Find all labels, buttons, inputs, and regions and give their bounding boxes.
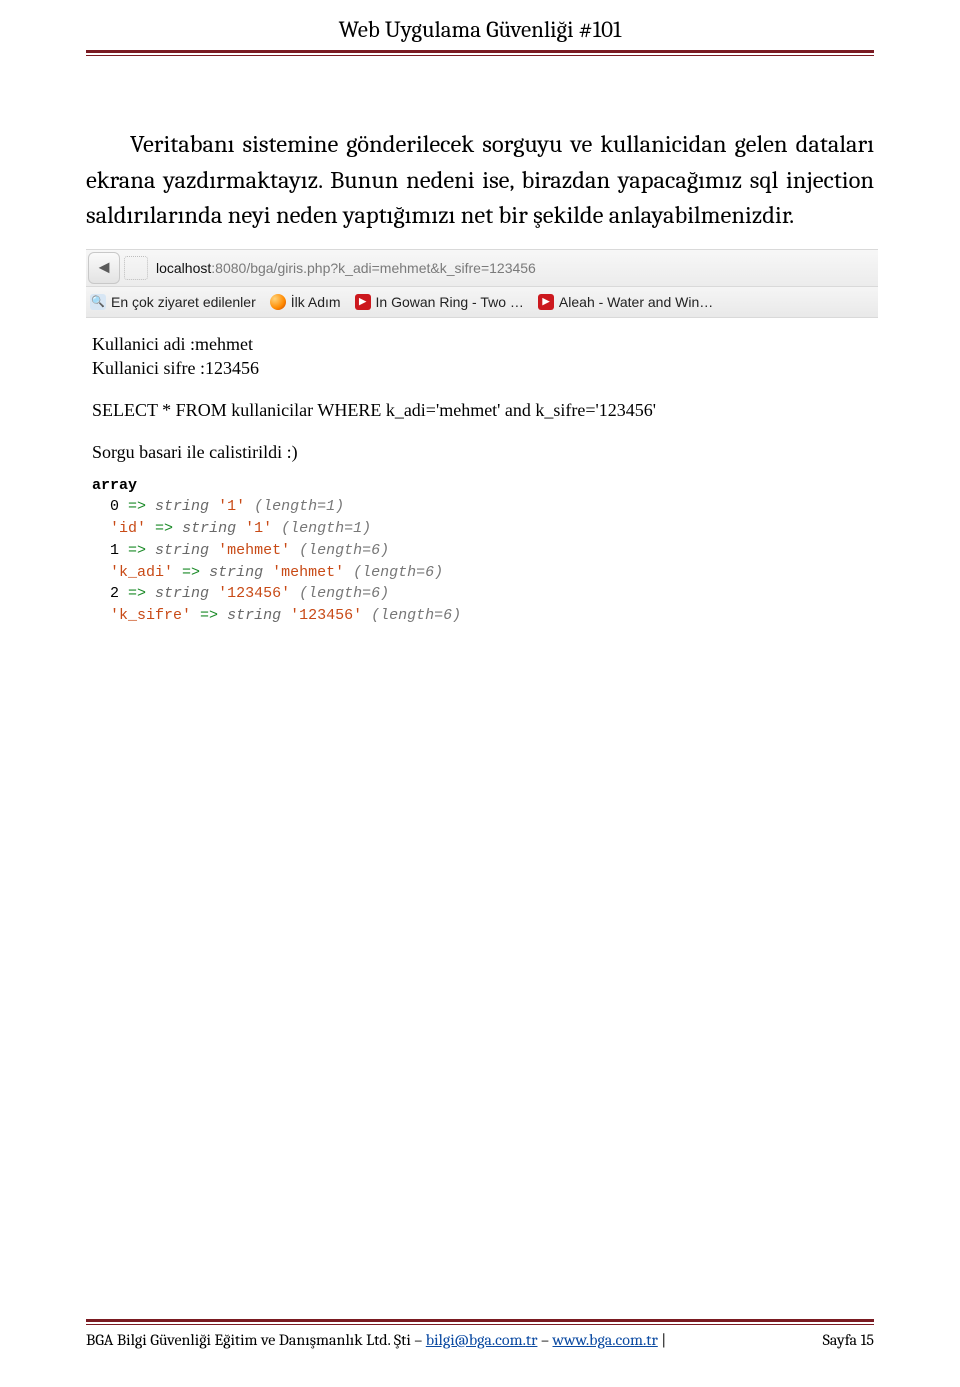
- browser-screenshot: ◄ localhost:8080/bga/giris.php?k_adi=meh…: [86, 249, 878, 633]
- footer-email-link[interactable]: bilgi@bga.com.tr: [426, 1331, 538, 1349]
- bookmark-label: In Gowan Ring - Two …: [376, 294, 524, 310]
- page-header-title: Web Uygulama Güvenliği #101: [86, 16, 874, 47]
- page-footer: BGA Bilgi Güvenliği Eğitim ve Danışmanlı…: [86, 1319, 874, 1349]
- var-dump-block: array 0 => string '1' (length=1) 'id' =>…: [92, 475, 872, 627]
- footer-org: BGA Bilgi Güvenliği Eğitim ve Danışmanlı…: [86, 1331, 426, 1349]
- youtube-icon: ▶: [355, 294, 371, 310]
- body-paragraph: Veritabanı sistemine gönderilecek sorguy…: [86, 128, 874, 235]
- back-button[interactable]: ◄: [88, 252, 120, 284]
- footer-pipe: |: [658, 1331, 667, 1349]
- url-text[interactable]: localhost:8080/bga/giris.php?k_adi=mehme…: [156, 260, 536, 276]
- bookmarks-toolbar: 🔍 En çok ziyaret edilenler İlk Adım ▶ In…: [86, 287, 878, 318]
- browser-url-bar: ◄ localhost:8080/bga/giris.php?k_adi=meh…: [86, 250, 878, 287]
- footer-site-link[interactable]: www.bga.com.tr: [552, 1331, 657, 1349]
- bookmark-item-3[interactable]: ▶ In Gowan Ring - Two …: [355, 294, 524, 310]
- url-host: localhost: [156, 260, 211, 276]
- bookmark-most-visited[interactable]: 🔍 En çok ziyaret edilenler: [90, 294, 256, 310]
- bookmark-label: İlk Adım: [291, 294, 341, 310]
- footer-page-number: Sayfa 15: [823, 1331, 874, 1349]
- footer-rule-thick: [86, 1319, 874, 1322]
- youtube-icon: ▶: [538, 294, 554, 310]
- output-line-password: Kullanici sifre :123456: [92, 356, 872, 380]
- url-port: :8080: [211, 260, 246, 276]
- bookmark-label: Aleah - Water and Win…: [559, 294, 713, 310]
- header-rule-thin: [86, 55, 874, 56]
- bookmark-item-4[interactable]: ▶ Aleah - Water and Win…: [538, 294, 713, 310]
- header-rule-thick: [86, 50, 874, 53]
- output-line-username: Kullanici adi :mehmet: [92, 332, 872, 356]
- paragraph-text: Veritabanı sistemine gönderilecek sorguy…: [86, 128, 874, 235]
- footer-sep: –: [537, 1331, 552, 1349]
- bookmark-first-step[interactable]: İlk Adım: [270, 294, 341, 310]
- bookmark-label: En çok ziyaret edilenler: [111, 294, 256, 310]
- footer-rule-thin: [86, 1324, 874, 1325]
- url-path: /bga/giris.php?k_adi=mehmet&k_sifre=1234…: [246, 260, 536, 276]
- site-identity-icon[interactable]: [124, 256, 148, 280]
- firefox-icon: [270, 294, 286, 310]
- search-icon: 🔍: [90, 294, 106, 310]
- output-status: Sorgu basari ile calistirildi :): [92, 440, 872, 464]
- rendered-page-content: Kullanici adi :mehmet Kullanici sifre :1…: [86, 318, 878, 633]
- output-sql-query: SELECT * FROM kullanicilar WHERE k_adi='…: [92, 398, 872, 422]
- back-arrow-icon: ◄: [95, 257, 113, 278]
